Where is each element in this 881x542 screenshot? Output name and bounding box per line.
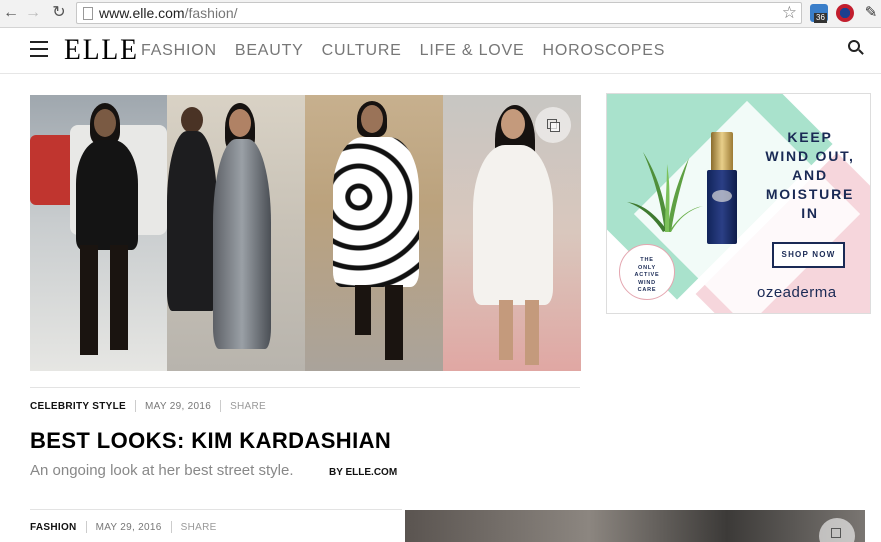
back-arrow-icon[interactable]: ← bbox=[2, 4, 20, 22]
feature-image[interactable] bbox=[30, 95, 581, 371]
nav-item-horoscopes[interactable]: HOROSCOPES bbox=[543, 42, 666, 60]
aloe-plant-image bbox=[627, 152, 703, 232]
browser-toolbar: ← → ↻ www.elle.com/fashion/ ☆ 36 ✎ bbox=[0, 0, 881, 28]
ad-headline-line: KEEP bbox=[787, 129, 833, 145]
flag-extension-icon[interactable] bbox=[836, 4, 854, 22]
ad-headline-line: IN bbox=[801, 205, 819, 221]
ad-seal: THE ONLY ACTIVE WIND CARE bbox=[619, 244, 675, 300]
product-bottle-image bbox=[707, 132, 737, 244]
reload-icon[interactable]: ↻ bbox=[50, 4, 68, 22]
seal-line: ACTIVE bbox=[634, 272, 660, 278]
ad-headline-line: WIND OUT, bbox=[765, 148, 855, 164]
page-icon bbox=[83, 7, 93, 20]
ad-headline: KEEP WIND OUT, AND MOISTURE IN bbox=[753, 128, 867, 223]
address-bar[interactable]: www.elle.com/fashion/ ☆ bbox=[76, 2, 802, 24]
extension-badge: 36 bbox=[814, 13, 827, 23]
separator bbox=[220, 400, 222, 412]
url-host: www.elle.com bbox=[99, 5, 185, 21]
nav-item-fashion[interactable]: FASHION bbox=[141, 42, 217, 60]
gallery-icon[interactable] bbox=[535, 107, 571, 143]
article-dek: An ongoing look at her best street style… bbox=[30, 462, 294, 479]
seal-line: ONLY bbox=[638, 264, 656, 271]
gallery-icon[interactable] bbox=[819, 518, 855, 542]
article-meta: CELEBRITY STYLE MAY 29, 2016 SHARE bbox=[30, 400, 266, 412]
publish-date: MAY 29, 2016 bbox=[145, 400, 212, 412]
bookmark-star-icon[interactable]: ☆ bbox=[782, 3, 797, 23]
advertisement[interactable]: KEEP WIND OUT, AND MOISTURE IN SHOP NOW … bbox=[606, 93, 871, 314]
extension-icon[interactable]: 36 bbox=[810, 4, 828, 23]
nav-item-life-love[interactable]: LIFE & LOVE bbox=[420, 42, 525, 60]
collage-panel-2 bbox=[167, 95, 305, 371]
feather-extension-icon[interactable]: ✎ bbox=[862, 4, 880, 22]
main-nav: FASHION BEAUTY CULTURE LIFE & LOVE HOROS… bbox=[141, 42, 665, 60]
article-headline[interactable]: BEST LOOKS: KIM KARDASHIAN bbox=[30, 428, 391, 454]
ad-brand-logo: ozeaderma bbox=[757, 284, 837, 301]
share-link[interactable]: SHARE bbox=[181, 522, 217, 533]
url-path: /fashion/ bbox=[184, 5, 238, 21]
collage-panel-3 bbox=[305, 95, 443, 371]
category-link[interactable]: FASHION bbox=[30, 522, 77, 533]
divider bbox=[30, 509, 402, 510]
nav-item-culture[interactable]: CULTURE bbox=[322, 42, 402, 60]
category-link[interactable]: CELEBRITY STYLE bbox=[30, 401, 126, 412]
site-logo[interactable]: ELLE bbox=[64, 33, 139, 67]
share-link[interactable]: SHARE bbox=[230, 401, 266, 412]
separator bbox=[170, 521, 172, 533]
article-byline: BY ELLE.COM bbox=[329, 467, 398, 478]
separator bbox=[85, 521, 87, 533]
search-icon[interactable] bbox=[848, 40, 864, 56]
collage-panel-1 bbox=[30, 95, 167, 371]
shop-now-button[interactable]: SHOP NOW bbox=[772, 242, 845, 268]
nav-item-beauty[interactable]: BEAUTY bbox=[235, 42, 304, 60]
article-thumbnail[interactable] bbox=[405, 510, 865, 542]
ad-headline-line: MOISTURE bbox=[765, 186, 855, 202]
seal-line: THE bbox=[640, 257, 654, 263]
ad-headline-line: AND bbox=[792, 167, 828, 183]
seal-line: CARE bbox=[637, 287, 657, 293]
separator bbox=[135, 400, 136, 412]
seal-line: WIND bbox=[638, 279, 656, 286]
divider bbox=[30, 387, 580, 388]
forward-arrow-icon[interactable]: → bbox=[24, 4, 42, 22]
hamburger-menu-icon[interactable] bbox=[30, 41, 48, 57]
site-header: ELLE FASHION BEAUTY CULTURE LIFE & LOVE … bbox=[0, 28, 881, 74]
url-text[interactable]: www.elle.com/fashion/ bbox=[99, 5, 238, 21]
article-meta: FASHION MAY 29, 2016 SHARE bbox=[30, 521, 217, 533]
publish-date: MAY 29, 2016 bbox=[95, 521, 162, 533]
